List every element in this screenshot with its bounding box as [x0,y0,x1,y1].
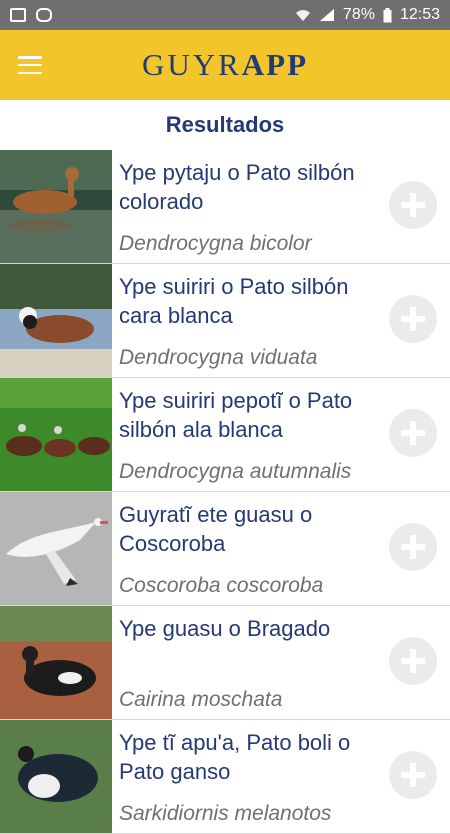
battery-percent: 78% [342,6,375,23]
result-item-1[interactable]: Ype suiriri o Pato silbón cara blanca De… [0,264,450,378]
status-bar: 78% 12:53 [0,0,450,30]
add-button[interactable] [389,637,437,685]
result-item-3[interactable]: Guyratĩ ete guasu o Coscoroba Coscoroba … [0,492,450,606]
battery-icon [383,7,392,22]
scientific-name: Cairina moschata [119,688,283,711]
results-list: Ype pytaju o Pato silbón colorado Dendro… [0,150,450,834]
result-item-2[interactable]: Ype suiriri pepotĩ o Pato silbón ala bla… [0,378,450,492]
clock: 12:53 [399,6,440,23]
common-name: Ype guasu o Bragado [119,616,331,641]
plus-icon [401,307,425,331]
add-button[interactable] [389,409,437,457]
plus-icon [401,535,425,559]
scientific-name: Dendrocygna autumnalis [119,460,352,483]
wifi-icon [295,10,310,21]
status-left [10,8,52,22]
logo-part-2: APP [241,47,309,82]
plus-icon [401,421,425,445]
common-name: Ype suiriri o Pato silbón cara blanca [119,274,349,328]
common-name: Guyratĩ ete guasu o Coscoroba [119,502,313,556]
species-photo-5 [0,720,112,833]
result-item-4[interactable]: Ype guasu o Bragado Cairina moschata [0,606,450,720]
app-logo: GUYRAPP [0,47,450,83]
add-button[interactable] [389,751,437,799]
logo-part-1: GUYR [141,47,242,82]
scientific-name: Sarkidiornis melanotos [119,802,332,825]
add-button[interactable] [389,523,437,571]
common-name: Ype tĩ apu'a, Pato boli o Pato ganso [119,730,351,784]
result-item-5[interactable]: Ype tĩ apu'a, Pato boli o Pato ganso Sar… [0,720,450,834]
common-name: Ype suiriri pepotĩ o Pato silbón ala bla… [119,388,353,442]
scientific-name: Dendrocygna bicolor [119,232,312,255]
scientific-name: Dendrocygna viduata [119,346,318,369]
species-photo-3 [0,492,112,605]
species-photo-4 [0,606,112,719]
species-photo-2 [0,378,112,491]
signal-icon [319,9,334,21]
add-button[interactable] [389,295,437,343]
plus-icon [401,763,425,787]
status-right: 78% 12:53 [295,6,440,24]
common-name: Ype pytaju o Pato silbón colorado [119,160,355,214]
voicemail-icon [36,8,52,22]
results-heading: Resultados [165,112,285,137]
scientific-name: Coscoroba coscoroba [119,574,324,597]
hamburger-menu-icon [18,56,42,74]
species-photo-0 [0,150,112,263]
app-bar: GUYRAPP [0,30,450,100]
add-button[interactable] [389,181,437,229]
result-item-0[interactable]: Ype pytaju o Pato silbón colorado Dendro… [0,150,450,264]
plus-icon [401,649,425,673]
plus-icon [401,193,425,217]
image-notification-icon [10,8,26,22]
species-photo-1 [0,264,112,377]
menu-button[interactable] [0,30,60,100]
